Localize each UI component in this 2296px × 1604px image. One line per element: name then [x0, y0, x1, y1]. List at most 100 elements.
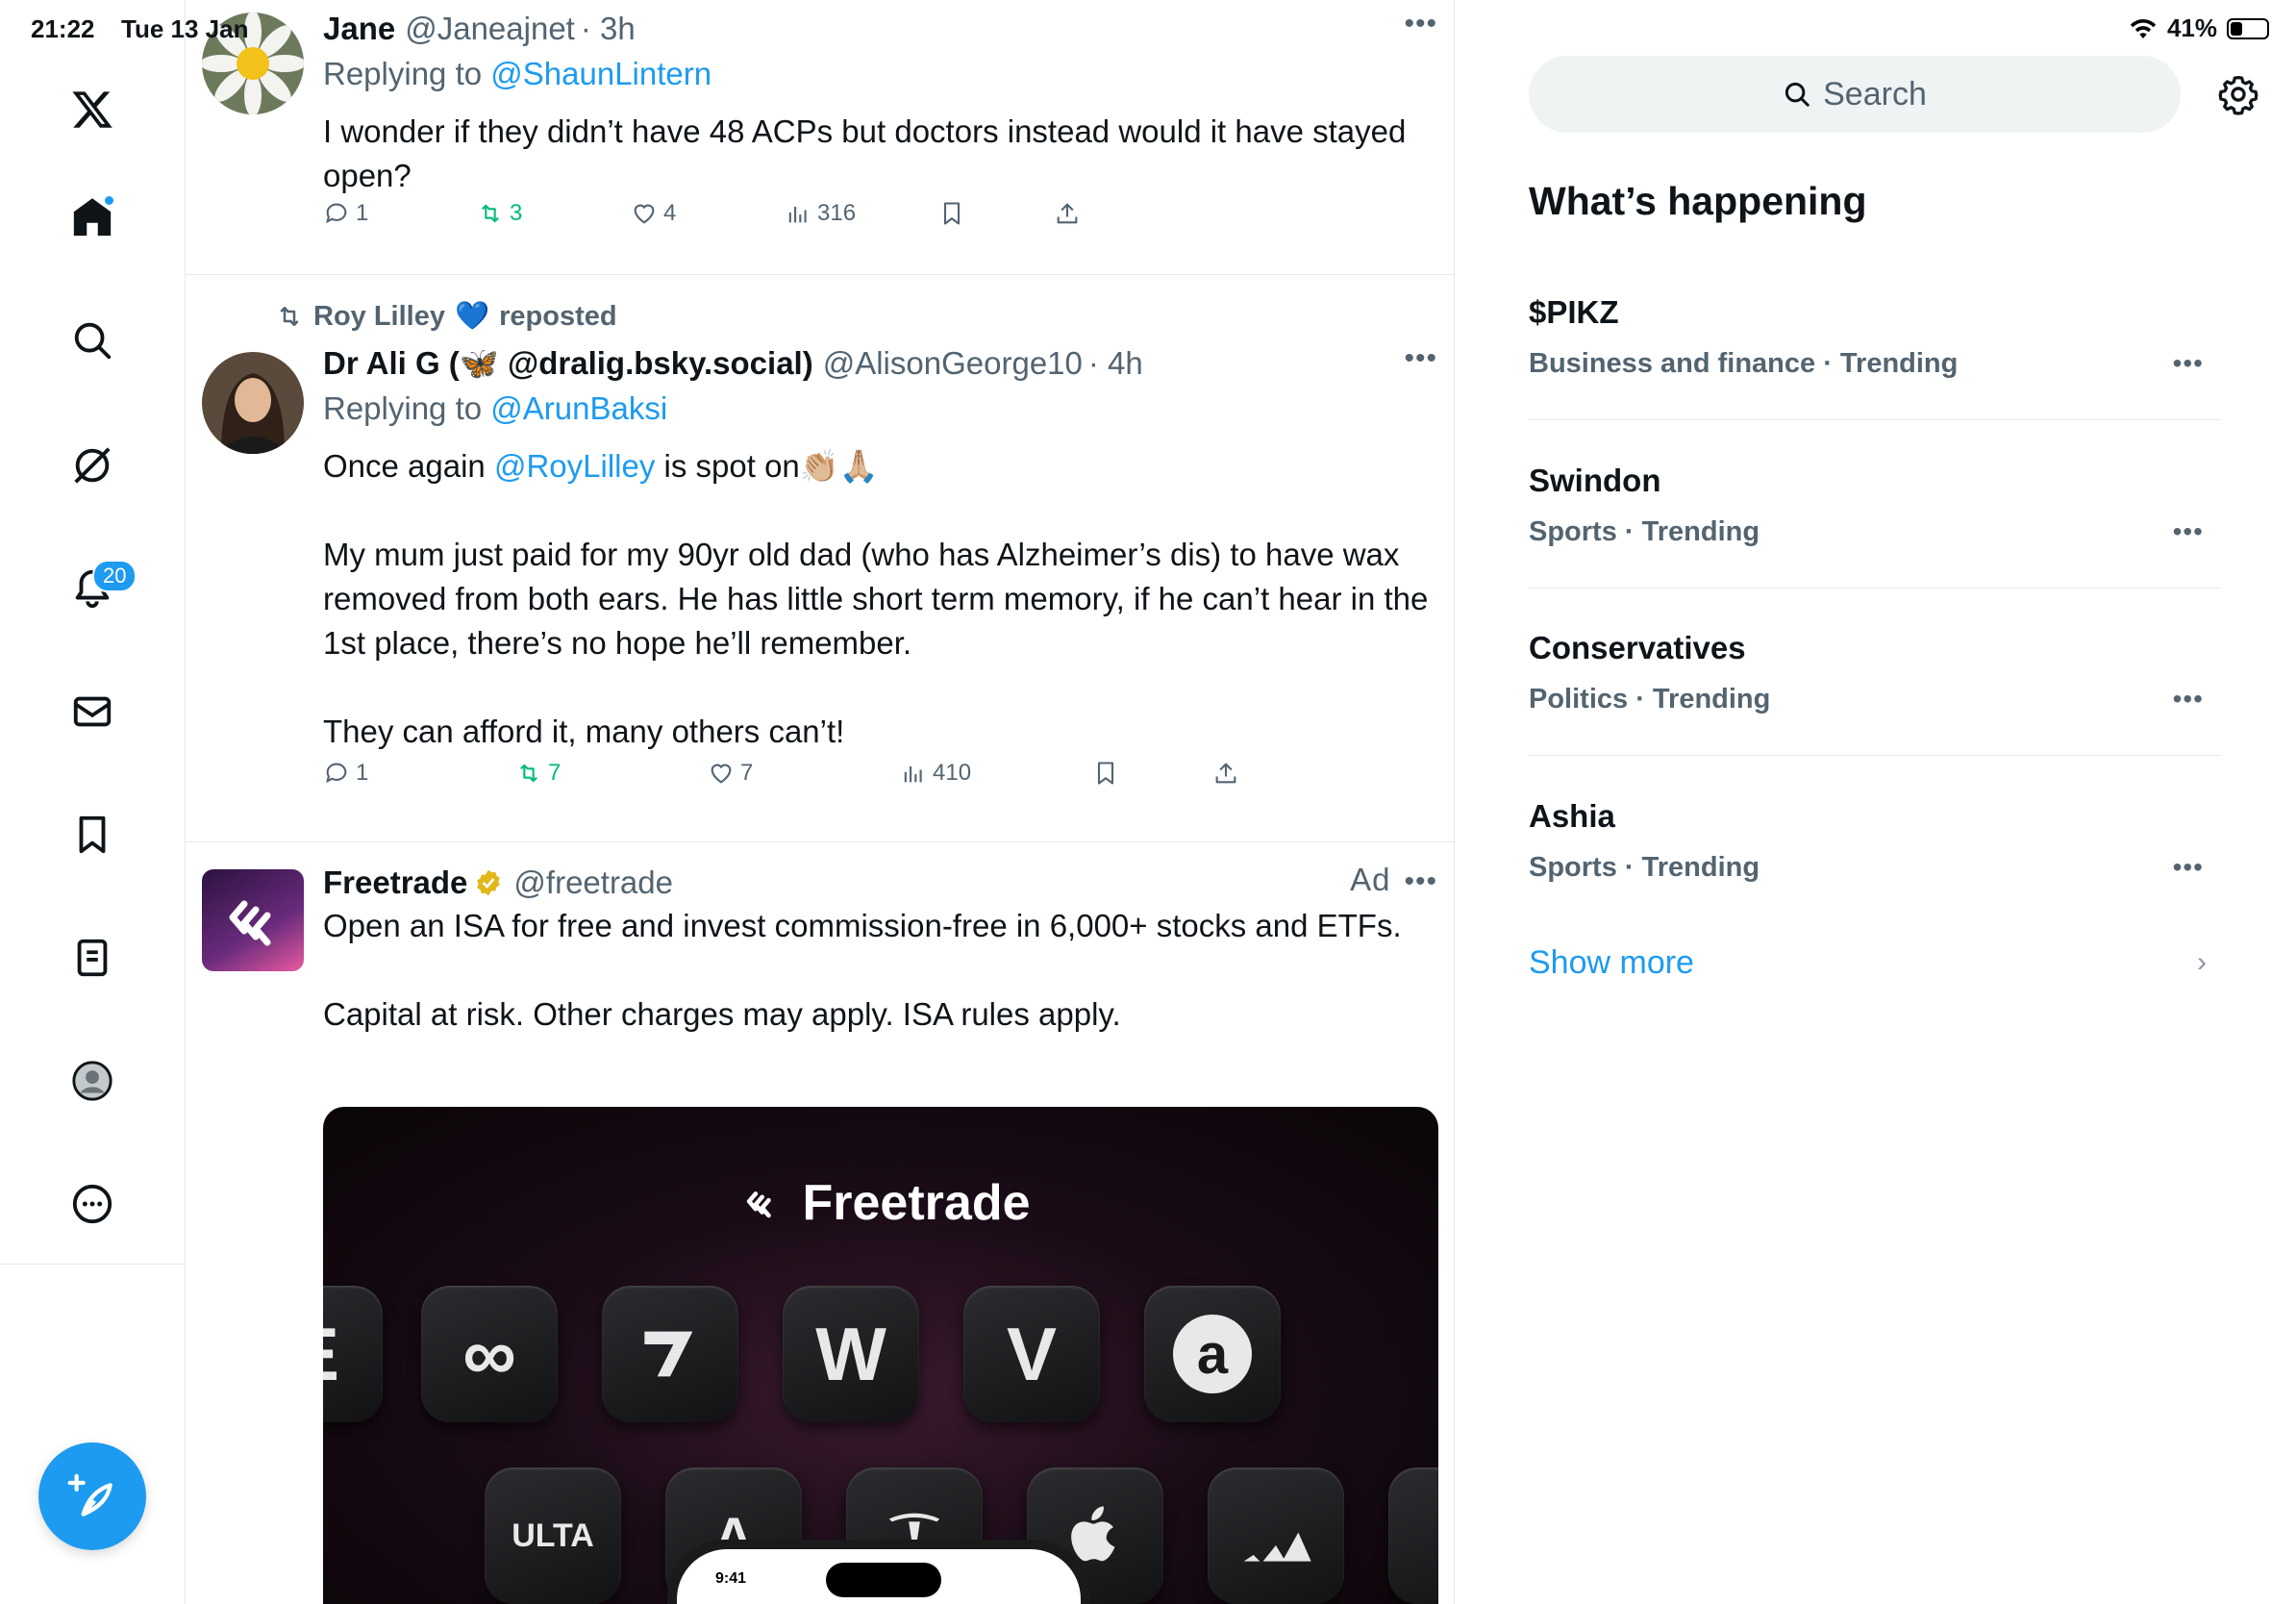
replying-to-mention[interactable]: @ArunBaksi: [490, 390, 667, 426]
reply-button[interactable]: 1: [323, 760, 368, 787]
share-icon: [1057, 203, 1078, 224]
messages-envelope-icon[interactable]: [63, 683, 121, 740]
trend-more-options-button[interactable]: •••: [2173, 348, 2204, 379]
x-logo-icon[interactable]: [63, 81, 121, 138]
tweet-text-suffix: is spot on: [663, 448, 800, 484]
tweet-dr-ali-g[interactable]: Roy Lilley 💙 reposted Dr Ali G (🦋 @drali…: [186, 275, 1454, 842]
repost-button[interactable]: 7: [515, 760, 561, 787]
reply-button[interactable]: 1: [323, 200, 368, 227]
search-placeholder: Search: [1823, 75, 1927, 113]
compose-post-button[interactable]: [38, 1442, 146, 1550]
share-button[interactable]: [1212, 760, 1239, 787]
search-bar[interactable]: Search: [1529, 56, 2181, 133]
search-icon[interactable]: [63, 312, 121, 369]
trend-item[interactable]: $PIKZ Business and finance · Trending ••…: [1529, 294, 2221, 462]
stock-key-v: V: [963, 1286, 1100, 1422]
like-button[interactable]: 7: [708, 760, 753, 787]
timeline-feed: Jane @Janeajnet · 3h ••• Replying to @Sh…: [186, 0, 1455, 1604]
trend-name: Swindon: [1529, 463, 1661, 498]
tweet-header: Freetrade @freetrade: [323, 862, 1437, 904]
views-count: 316: [817, 200, 857, 226]
author-handle[interactable]: @AlisonGeorge10: [823, 345, 1083, 382]
tweet-freetrade-ad[interactable]: Freetrade @freetrade Ad ••• Open an ISA f…: [186, 842, 1454, 1604]
tweet-jane[interactable]: Jane @Janeajnet · 3h ••• Replying to @Sh…: [186, 0, 1454, 275]
repost-button[interactable]: 3: [477, 200, 522, 227]
more-options-icon[interactable]: [63, 1175, 121, 1233]
ad-media-image[interactable]: Freetrade E ∞ W V a ULTA A 9:41: [323, 1107, 1438, 1604]
views-button[interactable]: 410: [900, 760, 971, 787]
tweet-mention[interactable]: @RoyLilley: [494, 448, 655, 484]
grok-icon[interactable]: [63, 437, 121, 494]
author-handle[interactable]: @Janeajnet: [405, 11, 575, 47]
show-more-link[interactable]: Show more: [1529, 944, 1694, 982]
trend-name: Conservatives: [1529, 630, 1746, 665]
views-button[interactable]: 316: [785, 200, 856, 227]
compose-feather-icon: [67, 1473, 112, 1516]
left-nav: 20: [0, 0, 186, 1604]
lists-icon[interactable]: [63, 929, 121, 987]
chevron-right-icon[interactable]: ›: [2197, 946, 2207, 979]
avatar-freetrade[interactable]: [202, 869, 304, 971]
share-button[interactable]: [1054, 200, 1081, 227]
author-name[interactable]: Dr Ali G (🦋 @dralig.bsky.social): [323, 345, 813, 383]
home-notification-dot: [103, 194, 115, 207]
reposted-label: reposted: [499, 300, 617, 332]
trend-item[interactable]: Ashia Sports · Trending •••: [1529, 798, 2221, 965]
freetrade-logo-icon: [746, 1191, 771, 1218]
author-name[interactable]: Jane: [323, 11, 395, 47]
tweet-text: Once again @RoyLilley is spot on👏🏼🙏🏼: [323, 444, 1437, 489]
notifications-bell-icon[interactable]: 20: [63, 560, 137, 617]
trend-more-options-button[interactable]: •••: [2173, 852, 2204, 883]
tweet-more-options-button[interactable]: •••: [1404, 8, 1437, 40]
stock-key-ulta: ULTA: [485, 1467, 621, 1604]
wise-logo-icon: [644, 1331, 693, 1377]
repost-count: 7: [548, 760, 562, 786]
search-icon: [1785, 82, 1809, 107]
trend-more-options-button[interactable]: •••: [2173, 516, 2204, 547]
reply-icon: [326, 763, 347, 784]
avatar-dr-ali-g[interactable]: [202, 352, 304, 454]
trend-more-options-button[interactable]: •••: [2173, 684, 2204, 714]
reply-count: 1: [356, 760, 369, 786]
replying-to-label: Replying to: [323, 56, 483, 91]
trend-item[interactable]: Swindon Sports · Trending •••: [1529, 463, 2221, 630]
stock-key-wise: [602, 1286, 738, 1422]
trend-meta: Politics · Trending: [1529, 684, 1771, 714]
bookmarks-icon[interactable]: [63, 806, 121, 864]
tweet-body: Freetrade @freetrade Ad ••• Open an ISA f…: [323, 862, 1437, 1037]
avatar-jane[interactable]: [202, 13, 304, 114]
tweet-more-options-button[interactable]: Ad •••: [1350, 862, 1437, 898]
tweet-text: Open an ISA for free and invest commissi…: [323, 908, 1402, 943]
tweet-text: I wonder if they didn’t have 48 ACPs but…: [323, 113, 1407, 193]
tweet-more-options-button[interactable]: •••: [1404, 342, 1437, 375]
stock-key-w: W: [783, 1286, 919, 1422]
home-icon[interactable]: [63, 188, 121, 246]
tweet-time: · 3h: [580, 11, 636, 46]
like-button[interactable]: 4: [631, 200, 676, 227]
trend-divider: [1529, 419, 2221, 420]
stock-key-adidas: [1208, 1467, 1344, 1604]
heart-icon: [634, 204, 655, 224]
butterfly-emoji: 🦋: [459, 344, 499, 381]
nav-divider: [0, 1264, 186, 1265]
phone-time: 9:41: [715, 1570, 747, 1587]
author-handle[interactable]: @freetrade: [513, 865, 673, 901]
trend-item[interactable]: Conservatives Politics · Trending •••: [1529, 630, 2221, 797]
media-logo: Freetrade: [323, 1174, 1438, 1232]
trend-name: $PIKZ: [1529, 294, 1619, 330]
trend-meta: Business and finance · Trending: [1529, 348, 1959, 379]
blue-heart-emoji: 💙: [455, 301, 490, 332]
profile-avatar-icon[interactable]: [63, 1052, 121, 1110]
bookmark-icon: [943, 202, 961, 225]
tweet-header: Dr Ali G (🦋 @dralig.bsky.social) @Alison…: [323, 342, 1437, 385]
verified-gold-badge-icon: [477, 869, 501, 896]
bookmark-button[interactable]: [938, 200, 965, 227]
reposted-by-name[interactable]: Roy Lilley: [313, 301, 445, 333]
settings-gear-icon[interactable]: [2211, 67, 2265, 121]
share-icon: [1215, 763, 1236, 784]
ad-label: Ad: [1350, 862, 1391, 897]
stock-key: E: [323, 1286, 383, 1422]
bookmark-button[interactable]: [1092, 760, 1119, 787]
replying-to-mention[interactable]: @ShaunLintern: [490, 56, 711, 91]
author-name[interactable]: Freetrade: [323, 865, 467, 901]
